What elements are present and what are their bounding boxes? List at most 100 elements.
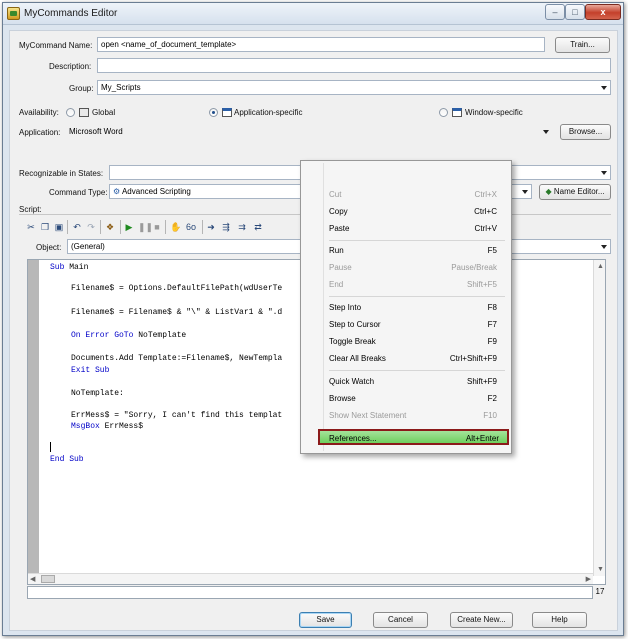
application-label: Application: bbox=[19, 128, 61, 137]
menu-item-show-next-statement[interactable]: Show Next Statement F10 bbox=[301, 408, 511, 424]
code-line: ErrMess$ = "Sorry, I can't find this tem… bbox=[71, 411, 283, 420]
title-bar[interactable]: MyCommands Editor – □ x bbox=[3, 3, 623, 25]
redo-icon[interactable]: ↷ bbox=[86, 221, 96, 233]
create-new-button[interactable]: Create New... bbox=[450, 612, 513, 628]
menu-item-step-into[interactable]: Step Into F8 bbox=[301, 300, 511, 316]
vertical-scrollbar[interactable]: ▲ ▼ bbox=[593, 260, 605, 576]
command-type-label: Command Type: bbox=[49, 188, 108, 197]
context-menu: Cut Ctrl+X Copy Ctrl+C Paste Ctrl+V Run F5 P… bbox=[300, 160, 512, 454]
states-label: Recognizable in States: bbox=[19, 169, 104, 178]
step-to-cursor-icon[interactable]: ⇶ bbox=[220, 221, 232, 233]
menu-item-cut[interactable]: Cut Ctrl+X bbox=[301, 187, 511, 203]
toolbar-separator bbox=[202, 220, 203, 234]
toggle-breakpoint-icon[interactable]: ✋ bbox=[170, 221, 181, 233]
window-title: MyCommands Editor bbox=[24, 8, 118, 19]
menu-item-clear-all-breaks[interactable]: Clear All Breaks Ctrl+Shift+F9 bbox=[301, 351, 511, 367]
undo-icon[interactable]: ↶ bbox=[72, 221, 82, 233]
menu-item-run[interactable]: Run F5 bbox=[301, 243, 511, 259]
menu-item-toggle-break[interactable]: Toggle Break F9 bbox=[301, 334, 511, 350]
code-line: NoTemplate: bbox=[71, 389, 124, 398]
stop-icon[interactable]: ■ bbox=[152, 221, 162, 233]
description-field[interactable] bbox=[97, 58, 611, 73]
browse-button[interactable]: Browse... bbox=[560, 124, 611, 140]
text-cursor bbox=[50, 442, 51, 452]
code-line: Filename$ = Options.DefaultFilePath(wdUs… bbox=[71, 284, 283, 293]
copy-icon[interactable]: ❐ bbox=[40, 221, 50, 233]
availability-window-label: Window-specific bbox=[465, 108, 523, 117]
mycommand-name-field[interactable]: open <name_of_document_template> bbox=[97, 37, 545, 52]
menu-item-copy[interactable]: Copy Ctrl+C bbox=[301, 204, 511, 220]
app-icon bbox=[7, 7, 20, 20]
editor-gutter bbox=[28, 260, 39, 576]
train-button[interactable]: Train... bbox=[555, 37, 610, 53]
application-dropdown[interactable]: Microsoft Word bbox=[65, 124, 553, 139]
cut-icon[interactable]: ✂ bbox=[26, 221, 36, 233]
menu-item-pause[interactable]: Pause Pause/Break bbox=[301, 260, 511, 276]
object-label: Object: bbox=[36, 243, 62, 252]
toolbar-separator bbox=[67, 220, 68, 234]
menu-item-paste[interactable]: Paste Ctrl+V bbox=[301, 221, 511, 237]
code-line: Documents.Add Template:=Filename$, NewTe… bbox=[71, 354, 283, 363]
availability-window-radio[interactable] bbox=[439, 108, 448, 117]
code-line: End Sub bbox=[50, 455, 84, 464]
object-value: (General) bbox=[71, 242, 105, 251]
menu-item-end[interactable]: End Shift+F5 bbox=[301, 277, 511, 293]
code-line: Filename$ = Filename$ & "\" & ListVar1 &… bbox=[71, 308, 283, 317]
run-icon[interactable]: ▶ bbox=[124, 221, 134, 233]
line-number: 17 bbox=[595, 587, 605, 596]
status-bar bbox=[27, 586, 593, 599]
scroll-up-icon[interactable]: ▲ bbox=[597, 263, 604, 270]
save-button[interactable]: Save bbox=[299, 612, 352, 628]
name-editor-button[interactable]: ◆ Name Editor... bbox=[539, 184, 611, 200]
editor-window: MyCommands Editor – □ x MyCommand Name: … bbox=[2, 2, 624, 636]
paste-icon[interactable]: ▣ bbox=[54, 221, 64, 233]
code-line: On Error GoTo NoTemplate bbox=[71, 331, 187, 340]
step-into-icon[interactable]: ➜ bbox=[206, 221, 216, 233]
mycommand-name-label: MyCommand Name: bbox=[19, 41, 93, 50]
close-button[interactable]: x bbox=[585, 4, 621, 20]
menu-separator bbox=[329, 240, 505, 241]
help-button[interactable]: Help bbox=[532, 612, 587, 628]
cancel-button[interactable]: Cancel bbox=[373, 612, 428, 628]
application-window-icon bbox=[222, 108, 232, 117]
application-value: Microsoft Word bbox=[69, 127, 123, 136]
scroll-down-icon[interactable]: ▼ bbox=[597, 566, 604, 573]
chevron-down-icon bbox=[522, 190, 528, 194]
menu-item-browse[interactable]: Browse F2 bbox=[301, 391, 511, 407]
group-dropdown[interactable]: My_Scripts bbox=[97, 80, 611, 95]
scroll-left-icon[interactable]: ◀ bbox=[30, 575, 35, 583]
code-line: Sub Main bbox=[50, 263, 89, 272]
availability-label: Availability: bbox=[19, 108, 59, 117]
availability-application-radio[interactable] bbox=[209, 108, 218, 117]
global-icon bbox=[79, 108, 89, 117]
menu-item-references[interactable]: References... Alt+Enter bbox=[318, 429, 509, 445]
menu-item-step-to-cursor[interactable]: Step to Cursor F7 bbox=[301, 317, 511, 333]
command-type-value: Advanced Scripting bbox=[121, 187, 191, 196]
menu-separator bbox=[329, 296, 505, 297]
horizontal-scrollbar[interactable]: ◀ ▶ bbox=[28, 573, 593, 584]
code-line: MsgBox ErrMess$ bbox=[71, 422, 144, 431]
availability-global-radio[interactable] bbox=[66, 108, 75, 117]
maximize-button[interactable]: □ bbox=[565, 4, 585, 20]
toolbar-separator bbox=[120, 220, 121, 234]
name-editor-icon: ◆ bbox=[545, 187, 554, 196]
pause-icon[interactable]: ❚❚ bbox=[138, 221, 153, 233]
menu-separator bbox=[329, 370, 505, 371]
scroll-right-icon[interactable]: ▶ bbox=[586, 575, 591, 583]
chevron-down-icon bbox=[543, 130, 549, 134]
step-out-icon[interactable]: ⇄ bbox=[252, 221, 264, 233]
toolbar-separator bbox=[165, 220, 166, 234]
script-label: Script: bbox=[19, 205, 42, 214]
group-value: My_Scripts bbox=[101, 83, 141, 92]
minimize-button[interactable]: – bbox=[545, 4, 565, 20]
availability-application-label: Application-specific bbox=[234, 108, 303, 117]
description-label: Description: bbox=[49, 62, 92, 71]
horizontal-scroll-thumb[interactable] bbox=[41, 575, 55, 583]
quick-watch-icon[interactable]: 6o bbox=[183, 221, 199, 233]
step-over-icon[interactable]: ⇉ bbox=[236, 221, 248, 233]
menu-item-quick-watch[interactable]: Quick Watch Shift+F9 bbox=[301, 374, 511, 390]
chevron-down-icon bbox=[601, 245, 607, 249]
script-icon: ⚙ bbox=[113, 187, 122, 196]
dialog-editor-icon[interactable]: ❖ bbox=[104, 221, 116, 233]
window-specific-icon bbox=[452, 108, 462, 117]
